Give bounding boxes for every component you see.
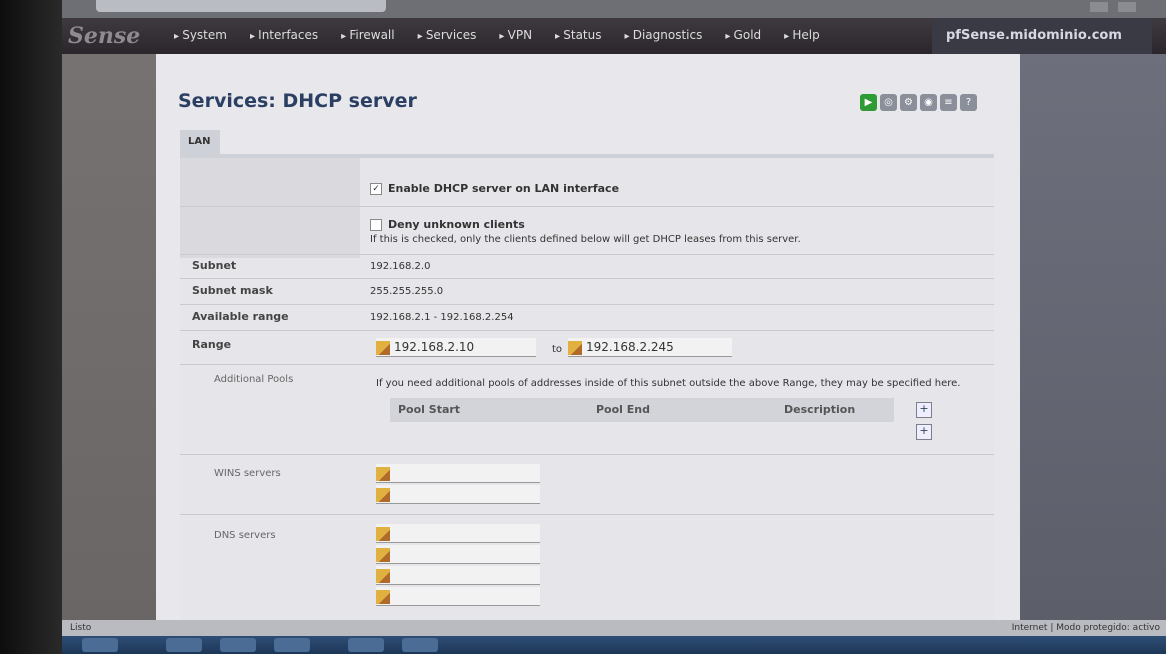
pencil-icon: [376, 547, 390, 562]
mask-value: 255.255.255.0: [370, 286, 444, 297]
wins-input-1[interactable]: [376, 464, 540, 483]
chart-icon[interactable]: ◎: [880, 94, 897, 111]
main-menu: System Interfaces Firewall Services VPN …: [174, 18, 843, 54]
row-subnet: Subnet 192.168.2.0: [180, 254, 994, 279]
enable-label: Enable DHCP server on LAN interface: [388, 182, 620, 195]
pencil-icon: [376, 568, 390, 583]
pfsense-logo: Sense: [68, 23, 141, 49]
menu-firewall[interactable]: Firewall: [341, 18, 394, 54]
deny-help: If this is checked, only the clients def…: [370, 234, 801, 245]
minimize-icon[interactable]: [1090, 2, 1108, 12]
page-title: Services: DHCP server: [178, 90, 417, 112]
wins-input-2[interactable]: [376, 485, 540, 504]
col-pool-start: Pool Start: [398, 403, 461, 416]
browser-status-bar: Listo Internet | Modo protegido: activo: [62, 620, 1166, 636]
available-label: Available range: [192, 310, 289, 323]
row-enable: ✓ Enable DHCP server on LAN interface: [180, 158, 994, 207]
pencil-icon: [376, 589, 390, 604]
pencil-icon: [568, 340, 582, 355]
menu-interfaces[interactable]: Interfaces: [250, 18, 318, 54]
range-from-input[interactable]: 192.168.2.10: [376, 338, 536, 357]
enable-checkbox[interactable]: ✓: [370, 183, 382, 195]
taskbar-explorer-icon[interactable]: [220, 638, 256, 652]
deny-label: Deny unknown clients: [388, 218, 525, 231]
top-navbar: Sense System Interfaces Firewall Service…: [62, 18, 1166, 54]
range-to-word: to: [552, 344, 563, 355]
play-icon[interactable]: ▶: [860, 94, 877, 111]
pool-table-header: Pool Start Pool End Description: [390, 398, 894, 422]
range-label: Range: [192, 338, 232, 351]
list-icon[interactable]: ≡: [940, 94, 957, 111]
log-icon[interactable]: ◉: [920, 94, 937, 111]
main-content: Services: DHCP server ▶ ◎ ⚙ ◉ ≡ ? LAN ✓ E…: [156, 54, 1020, 624]
pools-help: If you need additional pools of addresse…: [376, 378, 961, 389]
row-mask: Subnet mask 255.255.255.0: [180, 278, 994, 305]
mask-label: Subnet mask: [192, 284, 273, 297]
row-deny: Deny unknown clients If this is checked,…: [180, 206, 994, 255]
deny-checkbox[interactable]: [370, 219, 382, 231]
available-value: 192.168.2.1 - 192.168.2.254: [370, 312, 514, 323]
taskbar-media-icon[interactable]: [274, 638, 310, 652]
enable-field: ✓ Enable DHCP server on LAN interface: [370, 182, 619, 195]
help-icon[interactable]: ?: [960, 94, 977, 111]
tab-lan[interactable]: LAN: [180, 130, 220, 154]
row-available: Available range 192.168.2.1 - 192.168.2.…: [180, 304, 994, 331]
row-dns: DNS servers: [180, 514, 994, 624]
status-right: Internet | Modo protegido: activo: [1011, 623, 1160, 633]
toolbar: ▶ ◎ ⚙ ◉ ≡ ?: [860, 94, 977, 111]
menu-diagnostics[interactable]: Diagnostics: [625, 18, 703, 54]
dns-input-1[interactable]: [376, 524, 540, 543]
deny-field: Deny unknown clients: [370, 218, 525, 231]
col-description: Description: [784, 403, 856, 416]
dns-input-4[interactable]: [376, 587, 540, 606]
right-margin: [1020, 54, 1166, 620]
wins-label: WINS servers: [214, 468, 281, 479]
pencil-icon: [376, 466, 390, 481]
browser-tab-bar: [62, 0, 1166, 18]
row-wins: WINS servers: [180, 454, 994, 515]
menu-gold[interactable]: Gold: [725, 18, 762, 54]
row-range: Range 192.168.2.10 to 192.168.2.245: [180, 330, 994, 365]
dns-input-3[interactable]: [376, 566, 540, 585]
browser-tab[interactable]: [96, 0, 386, 12]
col-pool-end: Pool End: [596, 403, 650, 416]
start-button[interactable]: [82, 638, 118, 652]
subnet-value: 192.168.2.0: [370, 261, 431, 272]
left-margin: [62, 54, 156, 620]
pencil-icon: [376, 340, 390, 355]
pencil-icon: [376, 526, 390, 541]
subnet-label: Subnet: [192, 259, 237, 272]
menu-vpn[interactable]: VPN: [499, 18, 532, 54]
dhcp-form: ✓ Enable DHCP server on LAN interface Den…: [180, 154, 994, 624]
taskbar-app-icon[interactable]: [402, 638, 438, 652]
menu-services[interactable]: Services: [418, 18, 477, 54]
pencil-icon: [376, 487, 390, 502]
menu-system[interactable]: System: [174, 18, 227, 54]
gear-icon[interactable]: ⚙: [900, 94, 917, 111]
windows-taskbar: [62, 636, 1166, 654]
taskbar-app-icon[interactable]: [348, 638, 384, 652]
status-left: Listo: [70, 623, 92, 633]
menu-help[interactable]: Help: [784, 18, 819, 54]
range-to-input[interactable]: 192.168.2.245: [568, 338, 732, 357]
dns-label: DNS servers: [214, 530, 276, 541]
add-pool-icon[interactable]: +: [916, 402, 932, 418]
maximize-icon[interactable]: [1118, 2, 1136, 12]
add-pool-icon[interactable]: +: [916, 424, 932, 440]
monitor-bezel: [0, 0, 62, 654]
pools-label: Additional Pools: [214, 374, 294, 385]
taskbar-ie-icon[interactable]: [166, 638, 202, 652]
menu-status[interactable]: Status: [555, 18, 601, 54]
hostname-label: pfSense.midominio.com: [932, 18, 1152, 54]
dns-input-2[interactable]: [376, 545, 540, 564]
